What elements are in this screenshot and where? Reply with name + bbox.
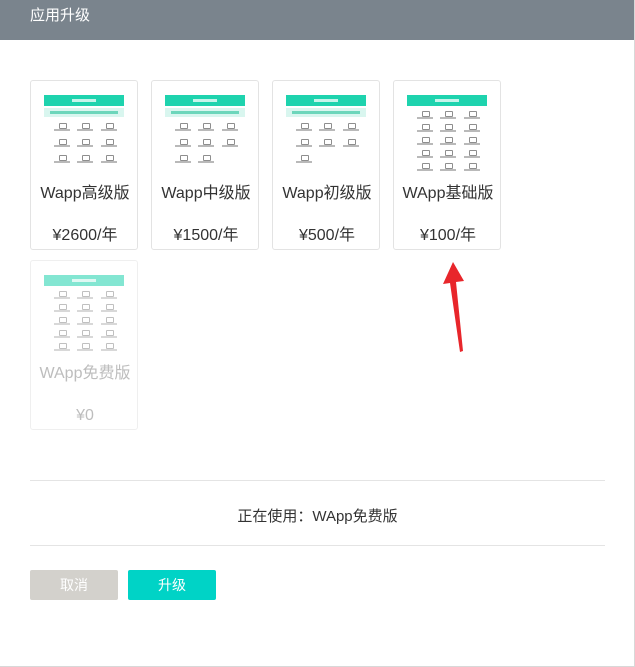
upgrade-button[interactable]: 升级	[128, 570, 216, 600]
plan-name: Wapp高级版	[40, 185, 130, 202]
plan-preview-image	[44, 275, 124, 351]
plan-preview-image	[286, 95, 366, 169]
plan-card-intermediate[interactable]: Wapp中级版 ¥1500/年	[151, 80, 259, 250]
current-plan-text: 正在使用：WApp免费版	[237, 508, 398, 525]
plan-preview-image	[44, 95, 124, 169]
plan-name: Wapp初级版	[282, 185, 372, 202]
divider	[30, 545, 605, 546]
plan-name: Wapp中级版	[161, 185, 251, 202]
plan-preview-image	[407, 95, 487, 171]
plan-card-free: WApp免费版 ¥0	[30, 260, 138, 430]
plan-card-beginner[interactable]: Wapp初级版 ¥500/年	[272, 80, 380, 250]
plan-price: ¥0	[76, 407, 94, 424]
upgrade-dialog: 应用升级 Wapp高级版 ¥2600/年 Wapp中级版 ¥1500/年 Wap…	[0, 0, 635, 667]
red-arrow-annotation	[443, 262, 464, 352]
plan-price: ¥500/年	[298, 227, 356, 244]
divider	[30, 480, 605, 481]
plan-preview-image	[165, 95, 245, 169]
cancel-button[interactable]: 取消	[30, 570, 118, 600]
plan-card-basic[interactable]: WApp基础版 ¥100/年	[393, 80, 501, 250]
plan-price: ¥1500/年	[173, 227, 239, 244]
plan-name: WApp基础版	[402, 185, 494, 202]
plan-name: WApp免费版	[39, 365, 131, 382]
dialog-title: 应用升级	[0, 0, 634, 40]
plan-price: ¥2600/年	[52, 227, 118, 244]
plan-card-advanced[interactable]: Wapp高级版 ¥2600/年	[30, 80, 138, 250]
plan-price: ¥100/年	[419, 227, 477, 244]
